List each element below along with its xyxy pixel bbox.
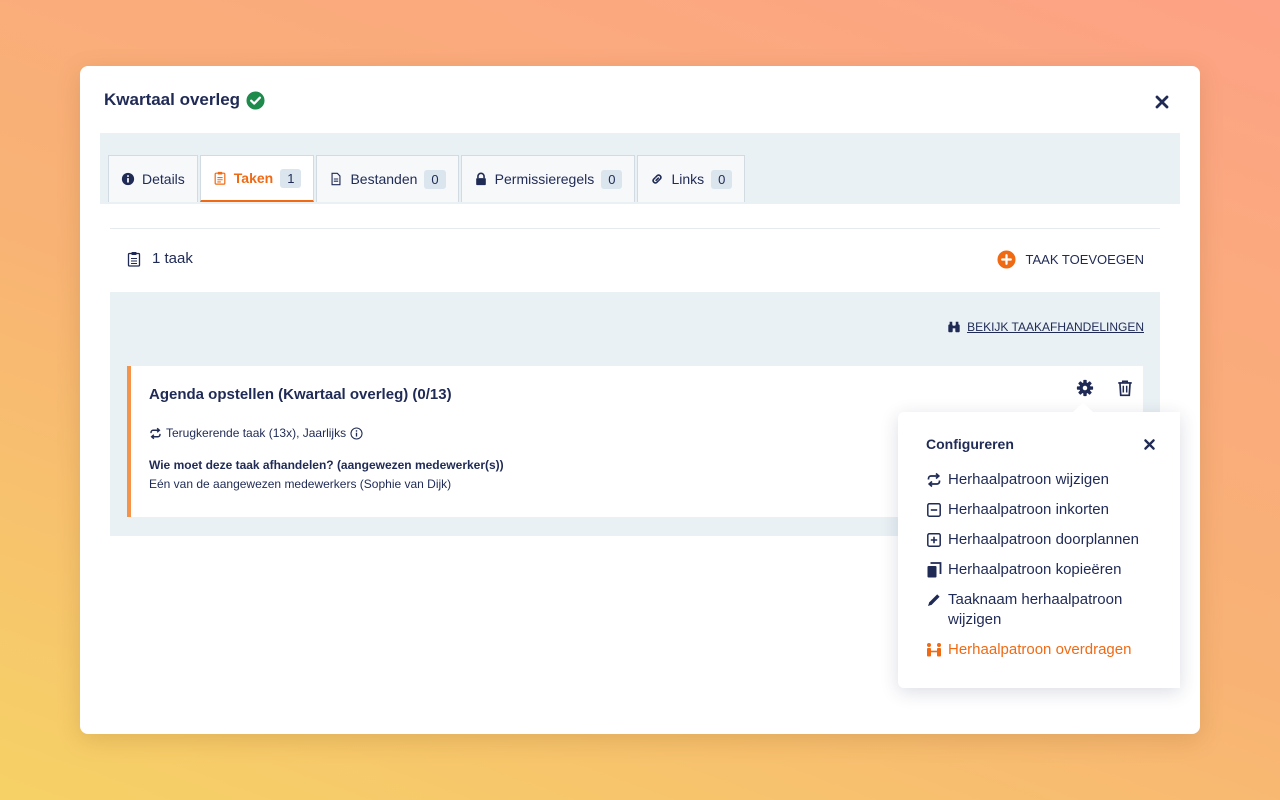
configure-popover: Configureren Herhaalpatroon wijzigen Her… xyxy=(898,402,1180,688)
check-circle-icon xyxy=(246,90,265,110)
add-task-label: TAAK TOEVOEGEN xyxy=(1025,252,1144,267)
repeat-icon xyxy=(150,427,161,439)
count-badge: 0 xyxy=(601,169,623,189)
tab-label: Details xyxy=(142,171,185,187)
lock-icon xyxy=(475,172,486,186)
divider xyxy=(110,228,1160,229)
menu-item-label: Herhaalpatroon inkorten xyxy=(948,501,1109,518)
info-circle-icon xyxy=(121,172,135,186)
repeat-icon xyxy=(927,472,941,488)
count-badge: 0 xyxy=(424,169,446,189)
task-recurrence: Terugkerende taak (13x), Jaarlijks xyxy=(149,426,363,440)
gear-icon[interactable] xyxy=(1076,379,1094,397)
info-icon[interactable] xyxy=(350,426,363,440)
clipboard-icon xyxy=(214,171,226,185)
menu-item-extend-pattern[interactable]: Herhaalpatroon doorplannen xyxy=(926,530,1166,550)
view-link-label: BEKIJK TAAKAFHANDELINGEN xyxy=(967,320,1144,334)
tab-label: Links xyxy=(671,171,705,187)
task-title: Agenda opstellen (Kwartaal overleg) (0/1… xyxy=(149,386,452,403)
minus-square-icon xyxy=(927,503,941,517)
trash-icon[interactable] xyxy=(1116,379,1134,397)
count-badge: 1 xyxy=(280,168,302,188)
tab-label: Permissieregels xyxy=(494,171,595,187)
tab-list: Details Taken 1 Bestanden 0 Permissiereg… xyxy=(108,155,747,202)
task-count-label: 1 taak xyxy=(152,250,193,267)
menu-item-change-pattern[interactable]: Herhaalpatroon wijzigen xyxy=(926,470,1166,490)
file-icon xyxy=(331,172,341,186)
count-badge: 0 xyxy=(711,169,733,189)
tab-label: Bestanden xyxy=(350,171,418,187)
menu-item-label: Herhaalpatroon doorplannen xyxy=(948,531,1139,548)
menu-item-label: Herhaalpatroon overdragen xyxy=(948,641,1132,658)
tab-links[interactable]: Links 0 xyxy=(637,155,746,202)
menu-item-rename-task[interactable]: Taaknaam herhaalpatroon wijzigen xyxy=(926,590,1166,630)
add-task-button[interactable]: TAAK TOEVOEGEN xyxy=(996,250,1144,269)
task-assignee: Eén van de aangewezen medewerkers (Sophi… xyxy=(149,477,452,491)
plus-square-icon xyxy=(927,533,941,547)
tab-taken[interactable]: Taken 1 xyxy=(199,155,315,202)
recurrence-label: Terugkerende taak (13x), Jaarlijks xyxy=(166,426,347,440)
menu-item-label: Herhaalpatroon wijzigen xyxy=(948,471,1109,488)
tab-bestanden[interactable]: Bestanden 0 xyxy=(316,155,459,202)
clipboard-list-icon xyxy=(127,251,141,267)
pencil-icon xyxy=(928,594,940,606)
tab-permissieregels[interactable]: Permissieregels 0 xyxy=(460,155,636,202)
close-icon[interactable] xyxy=(1154,94,1170,110)
tab-bar: Details Taken 1 Bestanden 0 Permissiereg… xyxy=(100,133,1180,204)
tab-label: Taken xyxy=(233,170,274,186)
modal-header: Kwartaal overleg xyxy=(104,90,265,110)
menu-item-copy-pattern[interactable]: Herhaalpatroon kopieëren xyxy=(926,560,1166,580)
task-count: 1 taak xyxy=(126,250,193,267)
menu-item-transfer-pattern[interactable]: Herhaalpatroon overdragen xyxy=(926,640,1166,660)
modal-title: Kwartaal overleg xyxy=(104,90,241,109)
menu-item-label: Herhaalpatroon kopieëren xyxy=(948,561,1122,578)
tab-details[interactable]: Details xyxy=(108,155,198,202)
task-question: Wie moet deze taak afhandelen? (aangewez… xyxy=(149,458,504,472)
view-task-handlings-link[interactable]: BEKIJK TAAKAFHANDELINGEN xyxy=(947,320,1144,334)
menu-item-shorten-pattern[interactable]: Herhaalpatroon inkorten xyxy=(926,500,1166,520)
popover-title: Configureren xyxy=(926,436,1014,452)
plus-circle-icon xyxy=(996,250,1016,269)
close-icon[interactable] xyxy=(1143,438,1156,451)
binoculars-icon xyxy=(948,321,960,333)
transfer-users-icon xyxy=(927,643,941,657)
menu-item-label: Taaknaam herhaalpatroon wijzigen xyxy=(948,591,1123,628)
link-icon xyxy=(652,174,663,184)
copy-icon xyxy=(927,562,942,578)
